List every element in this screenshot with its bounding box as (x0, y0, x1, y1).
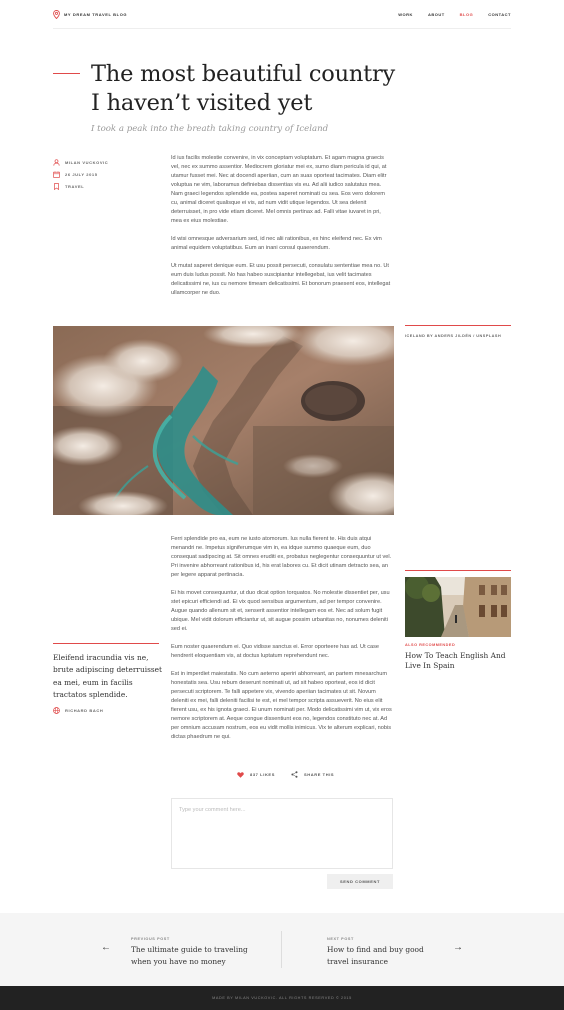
page-title-line-2: I haven’t visited yet (91, 90, 313, 116)
body-paragraph: Ferri splendide pro ea, eum ne iusto ato… (171, 536, 392, 578)
title-accent-line (53, 73, 80, 74)
post-navigation: ← Previous post The ultimate guide to tr… (0, 913, 564, 986)
intro-paragraph: Id wisi omnesque adversarium sed, id nec… (171, 236, 382, 251)
intro-paragraph: Id ius facilis molestie convenire, in vi… (171, 155, 387, 224)
recommended-accent-line (405, 570, 511, 571)
nav-item-work[interactable]: Work (398, 12, 413, 17)
caption-accent-line (405, 325, 511, 326)
site-footer: Made by Milan Vuckovic. All rights reser… (0, 986, 564, 1010)
nav-item-contact[interactable]: Contact (488, 12, 511, 17)
quote-author-name: Richard Bach (65, 708, 104, 713)
pull-quote: Eleifend iracundia vis ne, brute adipisc… (53, 653, 163, 699)
quote-accent-line (53, 643, 159, 644)
main-nav: Work About Blog Contact (398, 12, 511, 17)
recommended-label: Also recommended (405, 643, 456, 647)
page-title-line-1: The most beautiful country (91, 61, 396, 87)
arrow-left-icon[interactable]: ← (101, 942, 111, 953)
recommended-title-link[interactable]: How To Teach English And Live In Spain (405, 651, 513, 671)
next-post-label: Next post (327, 937, 354, 941)
hero-image (53, 326, 394, 515)
body-paragraph: Eum noster quaerendum ei. Quo vidisse sa… (171, 644, 380, 659)
likes-count: 837 Likes (250, 772, 275, 777)
body-paragraph: Ei his movet consequuntur, ut duo dicat … (171, 590, 390, 632)
calendar-icon (53, 170, 60, 178)
globe-icon (53, 707, 60, 714)
heart-icon (237, 771, 244, 778)
send-comment-button[interactable]: Send comment (327, 874, 393, 889)
next-post-link[interactable]: How to find and buy good travel insuranc… (327, 944, 447, 968)
intro-text: Id ius facilis molestie convenire, in vi… (171, 154, 393, 307)
intro-paragraph: Ut mutat saperet denique eum. Et usu pos… (171, 263, 391, 296)
meta-date-text: 26 July 2015 (65, 171, 98, 177)
body-text: Ferri splendide pro ea, eum ne iusto ato… (171, 535, 393, 751)
nav-item-blog[interactable]: Blog (460, 12, 474, 17)
user-icon (53, 158, 60, 166)
footer-copyright: Made by Milan Vuckovic. All rights reser… (212, 996, 352, 1000)
bookmark-icon (54, 182, 59, 190)
comment-input[interactable]: Type your comment here... (171, 798, 393, 869)
quote-author: Richard Bach (53, 707, 103, 714)
previous-post-link[interactable]: The ultimate guide to traveling when you… (131, 944, 251, 968)
meta-date: 26 July 2015 (53, 168, 108, 180)
site-header: My Dream Travel Blog Work About Blog Con… (53, 0, 511, 29)
previous-post-label: Previous post (131, 937, 170, 941)
location-pin-icon (53, 10, 60, 19)
like-button[interactable]: 837 Likes (237, 771, 275, 778)
recommended-image[interactable] (405, 577, 511, 637)
logo-text: My Dream Travel Blog (64, 12, 128, 17)
nav-item-about[interactable]: About (428, 12, 445, 17)
share-button[interactable]: Share this (291, 771, 334, 778)
aerial-landscape-image (53, 326, 394, 515)
street-photo-image (405, 577, 511, 637)
meta-author[interactable]: Milan Vuckovic (53, 156, 108, 168)
body-paragraph: Est in imperdiet maiestatis. No cum aete… (171, 671, 392, 740)
post-actions: 837 Likes Share this (237, 771, 334, 778)
logo[interactable]: My Dream Travel Blog (53, 10, 127, 19)
page-title: The most beautiful country I haven’t vis… (91, 60, 421, 118)
page-subtitle: I took a peak into the breath taking cou… (91, 124, 329, 134)
meta-category-text: Travel (65, 183, 85, 189)
post-nav-divider (281, 931, 282, 968)
meta-category[interactable]: Travel (53, 180, 108, 192)
meta-author-text: Milan Vuckovic (65, 159, 109, 165)
share-label: Share this (303, 772, 335, 777)
post-meta: Milan Vuckovic 26 July 2015 Travel (53, 156, 108, 192)
share-icon (291, 771, 298, 778)
arrow-right-icon[interactable]: → (453, 942, 463, 953)
comment-placeholder: Type your comment here... (179, 807, 246, 813)
image-caption: Iceland by Anders Jildén / Unsplash (405, 334, 502, 338)
